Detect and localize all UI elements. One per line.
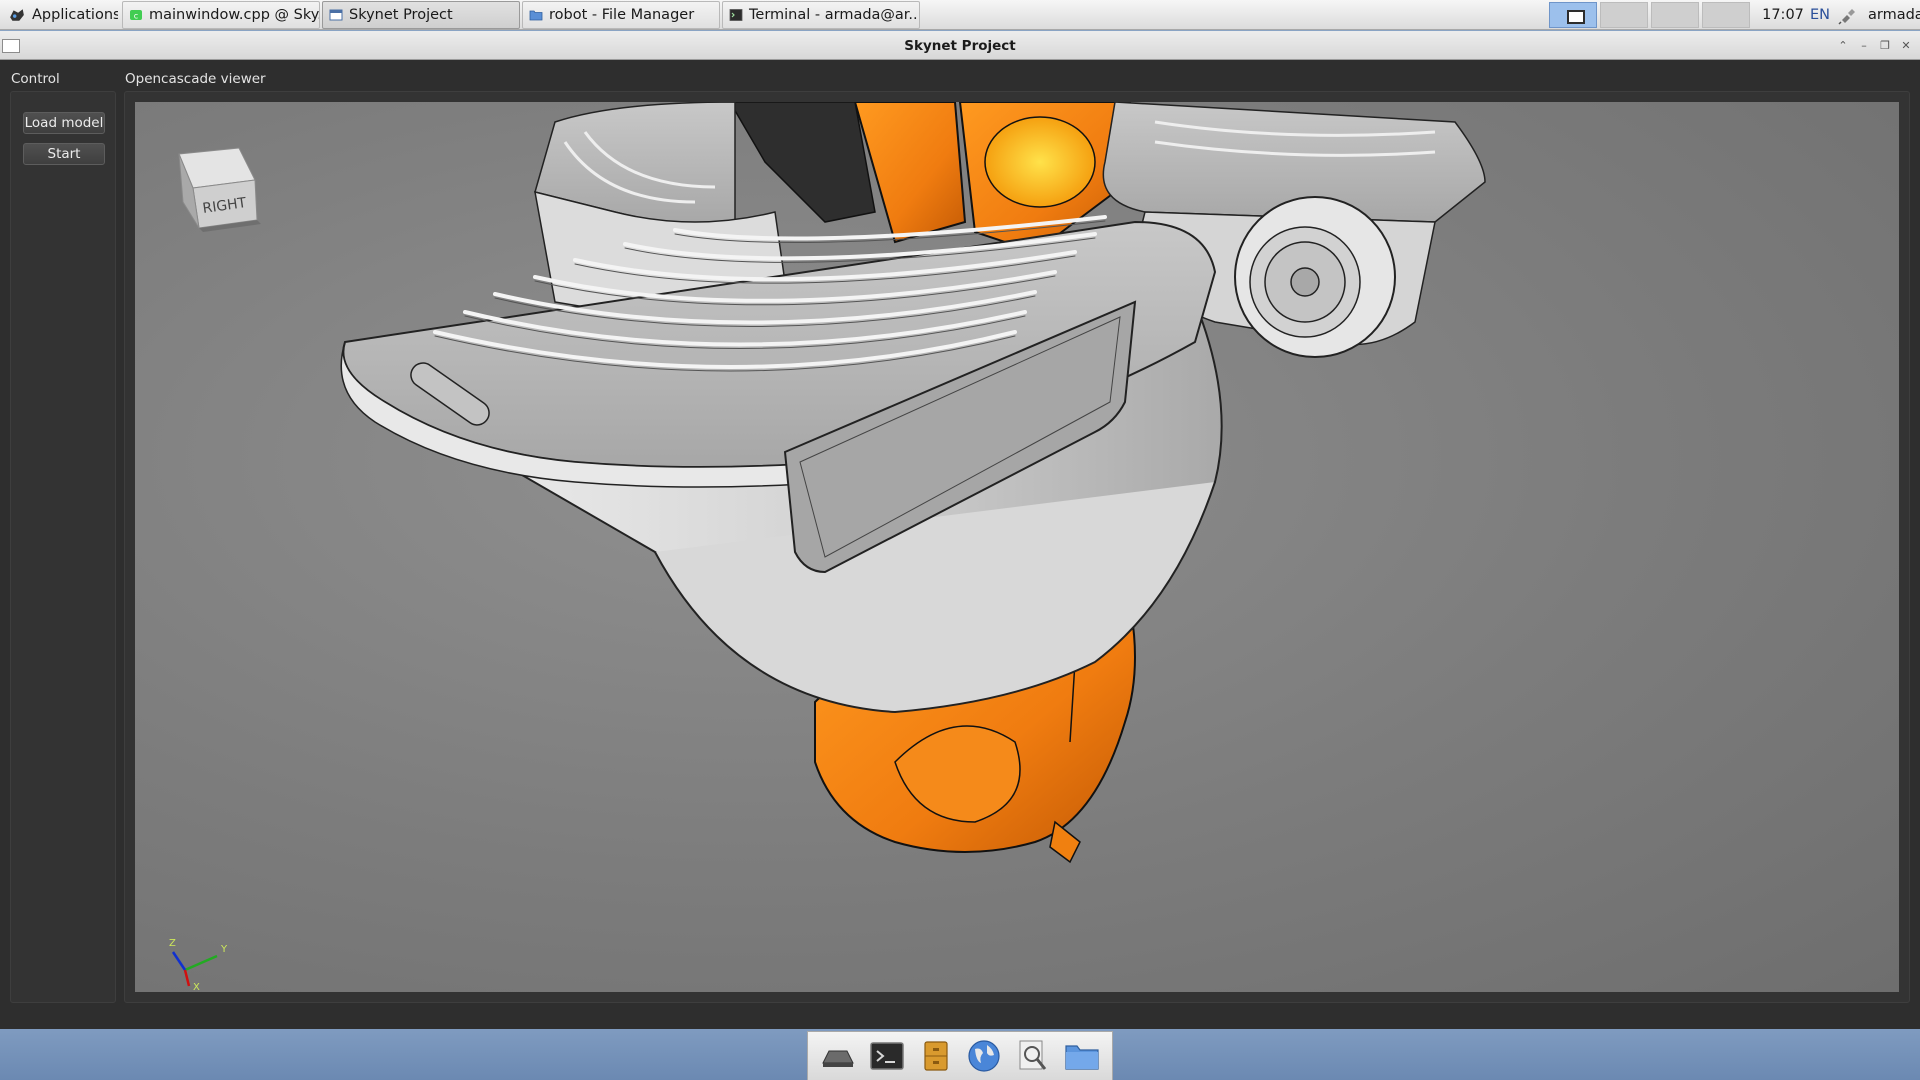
terminal-launcher[interactable] [867,1036,907,1076]
control-group-title: Control [11,71,60,87]
axis-x-label: X [193,982,200,992]
viewer-panel: RIGHT Y Z X [124,91,1910,1003]
folder-icon [529,10,543,21]
view-cube[interactable]: RIGHT [161,144,271,240]
3d-viewport[interactable]: RIGHT Y Z X [135,102,1899,992]
task-label: mainwindow.cpp @ Sky... [149,7,320,23]
axis-triad: Y Z X [169,938,228,992]
app-finder-launcher[interactable] [1013,1036,1053,1076]
viewer-group-title: Opencascade viewer [125,71,266,87]
file-cabinet-icon [924,1041,948,1071]
task-label: robot - File Manager [549,7,695,23]
terminal-icon [729,9,743,21]
top-panel: Applications c mainwindow.cpp @ Sky... S… [0,0,1920,30]
applications-icon [10,9,24,21]
keyboard-layout[interactable]: EN [1808,1,1838,29]
close-button[interactable]: ✕ [1899,39,1913,53]
task-label: Skynet Project [349,7,453,23]
home-folder-icon [1065,1045,1099,1070]
web-browser-icon [968,1040,1000,1072]
workspace-2[interactable] [1600,2,1648,28]
clock[interactable]: 17:07 [1758,1,1808,29]
network-icon[interactable] [1836,1,1860,29]
bottom-dock [807,1031,1113,1080]
start-button[interactable]: Start [23,143,105,165]
window-icon [329,9,343,21]
shade-button[interactable]: ⌃ [1836,39,1850,53]
maximize-button[interactable]: ❐ [1878,39,1892,53]
control-panel: Load model Start [10,91,116,1003]
window-title: Skynet Project [904,38,1016,54]
load-model-button[interactable]: Load model [23,112,105,134]
task-mainwindow[interactable]: c mainwindow.cpp @ Sky... [122,1,320,29]
workspace-4[interactable] [1702,2,1750,28]
workspace-3[interactable] [1651,2,1699,28]
file-cabinet-launcher[interactable] [916,1036,956,1076]
plug-icon [1838,9,1855,25]
main-window: Control Opencascade viewer Load model St… [0,60,1920,1029]
axis-y-label: Y [220,944,228,955]
task-label: Terminal - armada@ar... [749,7,920,23]
task-file-manager[interactable]: robot - File Manager [522,1,720,29]
minimize-button[interactable]: – [1857,39,1871,53]
window-titlebar[interactable]: Skynet Project ⌃ – ❐ ✕ [0,31,1920,60]
svg-text:c: c [134,12,138,21]
app-finder-icon [1019,1040,1047,1070]
robot-model [340,102,1486,864]
workspace-1[interactable] [1549,2,1597,28]
applications-label: Applications [32,7,118,23]
applications-menu[interactable]: Applications [2,1,118,29]
show-desktop-icon [822,1050,855,1067]
qtcreator-icon: c [130,10,142,21]
task-skynet-project[interactable]: Skynet Project [322,1,520,29]
home-folder-launcher[interactable] [1062,1036,1102,1076]
web-browser-launcher[interactable] [964,1036,1004,1076]
show-desktop-button[interactable] [818,1036,858,1076]
user-name[interactable]: armada [1862,1,1920,29]
task-terminal[interactable]: Terminal - armada@ar... [722,1,920,29]
axis-z-label: Z [169,938,176,949]
terminal-icon [870,1042,904,1070]
